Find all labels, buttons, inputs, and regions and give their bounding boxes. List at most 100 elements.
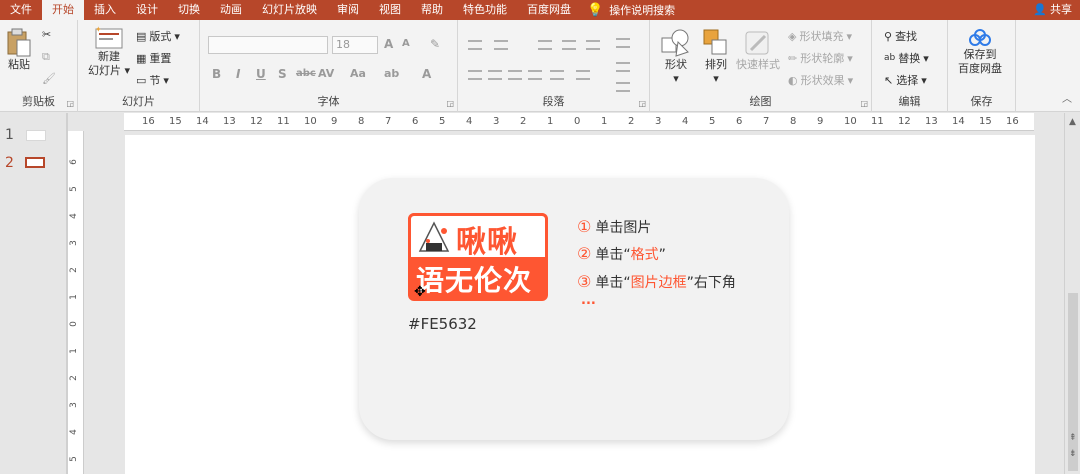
font-color-button[interactable]: A [422,67,431,81]
step-text: 单击“ [595,275,631,291]
paragraph-launcher-icon[interactable]: ◲ [638,99,646,108]
copy-icon[interactable]: ⧉ [42,50,50,64]
replace-button[interactable]: ab 替换 ▾ [884,50,929,66]
columns-icon[interactable] [576,70,590,80]
tab-baidu-netdisk[interactable]: 百度网盘 [517,0,581,20]
quick-styles-button[interactable]: 快速样式 [736,28,780,72]
lightbulb-icon: 💡 [587,2,604,18]
shape-fill-button[interactable]: ◈ 形状填充 ▾ [788,28,852,44]
tab-file[interactable]: 文件 [0,0,42,20]
step-highlight: 图片边框 [630,275,687,291]
search-icon: ⚲ [884,29,893,43]
shape-effects-label: 形状效果 [800,74,845,87]
bullets-icon[interactable] [468,40,482,50]
clipboard-launcher-icon[interactable]: ◲ [66,99,74,108]
arrange-button[interactable]: 排列 ▾ [702,28,730,86]
find-button[interactable]: ⚲ 查找 [884,28,917,44]
align-left-icon[interactable] [468,70,482,80]
tab-design[interactable]: 设计 [126,0,168,20]
align-text-icon[interactable] [616,62,630,72]
font-launcher-icon[interactable]: ◲ [446,99,454,108]
font-size-dropdown[interactable]: 18 [332,36,378,54]
quick-styles-icon [745,31,769,55]
previous-slide-icon[interactable]: ⇞ [1069,433,1077,443]
numbering-icon[interactable] [494,40,508,50]
slide-thumbnail[interactable] [25,157,45,168]
save-label: 保存 [970,95,993,108]
decrease-indent-icon[interactable] [538,40,552,50]
char-spacing-button[interactable]: AV [318,67,334,80]
tab-insert[interactable]: 插入 [84,0,126,20]
ruler-tick: 2 [68,375,79,381]
tab-transitions[interactable]: 切换 [168,0,210,20]
share-button[interactable]: 👤 共享 [1033,0,1072,20]
tab-home[interactable]: 开始 [42,0,84,20]
tab-slideshow[interactable]: 幻灯片放映 [252,0,327,20]
font-label: 字体 [317,95,340,108]
ruler-tick: 6 [412,116,419,127]
shape-effects-button[interactable]: ◐ 形状效果 ▾ [788,72,853,88]
align-right-icon[interactable] [508,70,522,80]
italic-button[interactable]: I [236,67,240,81]
bold-button[interactable]: B [212,67,221,81]
shape-fill-label: 形状填充 [799,30,844,43]
text-direction-icon[interactable] [616,38,630,48]
slide-thumbnail[interactable] [26,130,46,141]
scrollbar-thumb[interactable] [1068,293,1078,471]
scroll-up-icon[interactable]: ▲ [1069,117,1076,127]
align-center-icon[interactable] [488,70,502,80]
justify-icon[interactable] [528,70,542,80]
ruler-tick: 1 [68,294,79,300]
highlight-button[interactable]: ab [384,67,399,80]
shapes-button[interactable]: 形状 ▾ [660,28,692,86]
select-button[interactable]: ↖ 选择 ▾ [884,72,927,88]
step-3: ③ 单击“图片边框”右下角 [577,272,736,292]
smartart-icon[interactable] [616,82,630,92]
decrease-font-icon[interactable]: A [402,38,410,49]
next-slide-icon[interactable]: ⇟ [1069,449,1077,459]
ruler-tick: 2 [68,267,79,273]
paste-button[interactable]: 粘贴 [6,28,32,72]
new-slide-button[interactable]: ✦ 新建 幻灯片 ▾ [88,26,130,78]
line-spacing-icon[interactable] [586,40,600,50]
clear-format-icon[interactable]: ✎ [430,37,440,51]
tab-review[interactable]: 审阅 [327,0,369,20]
ruler-tick: 5 [68,456,79,462]
layout-button[interactable]: ▤ 版式 ▾ [136,28,180,44]
ruler-tick: 8 [358,116,365,127]
shape-outline-button[interactable]: ✏ 形状轮廓 ▾ [788,50,853,66]
section-button[interactable]: ▭ 节 ▾ [136,72,169,88]
more-steps-ellipsis: ... [581,293,596,308]
format-painter-icon[interactable]: 🖌 [42,72,56,85]
strikethrough-button[interactable]: abc [296,68,316,79]
cut-icon[interactable]: ✂ [42,28,51,41]
replace-label: 替换 [898,52,921,65]
increase-font-icon[interactable]: A [384,37,393,51]
shadow-button[interactable]: S [278,67,287,81]
change-case-button[interactable]: Aa [350,67,366,80]
svg-text:✦: ✦ [95,26,102,34]
tab-features[interactable]: 特色功能 [453,0,517,20]
save-to-netdisk-button[interactable]: 保存到 百度网盘 [958,28,1002,76]
increase-indent-icon[interactable] [562,40,576,50]
paste-icon [7,28,31,57]
collapse-ribbon-icon[interactable]: ︿ [1062,90,1072,105]
underline-button[interactable]: U [256,67,266,81]
logo-image[interactable]: 啾啾 语无伦次 [408,213,548,301]
distributed-icon[interactable] [550,70,564,80]
font-name-dropdown[interactable] [208,36,328,54]
layout-label: 版式 [149,30,172,43]
share-label: 共享 [1050,3,1072,16]
vertical-scrollbar[interactable]: ▲ ⇞ ⇟ [1064,113,1080,474]
step-number: ② [577,244,592,263]
tab-view[interactable]: 视图 [369,0,411,20]
tab-animations[interactable]: 动画 [210,0,252,20]
reset-button[interactable]: ▦ 重置 [136,50,171,66]
group-clipboard: 粘贴 ✂ ⧉ 🖌 剪贴板 ◲ [0,20,78,112]
tab-help[interactable]: 帮助 [411,0,453,20]
shapes-dropdown-icon: ▾ [673,72,679,85]
thumbnail-number: 1 [5,127,14,143]
ruler-tick: 0 [68,321,79,327]
drawing-launcher-icon[interactable]: ◲ [860,99,868,108]
tell-me-search[interactable]: 💡 操作说明搜索 [587,2,675,18]
